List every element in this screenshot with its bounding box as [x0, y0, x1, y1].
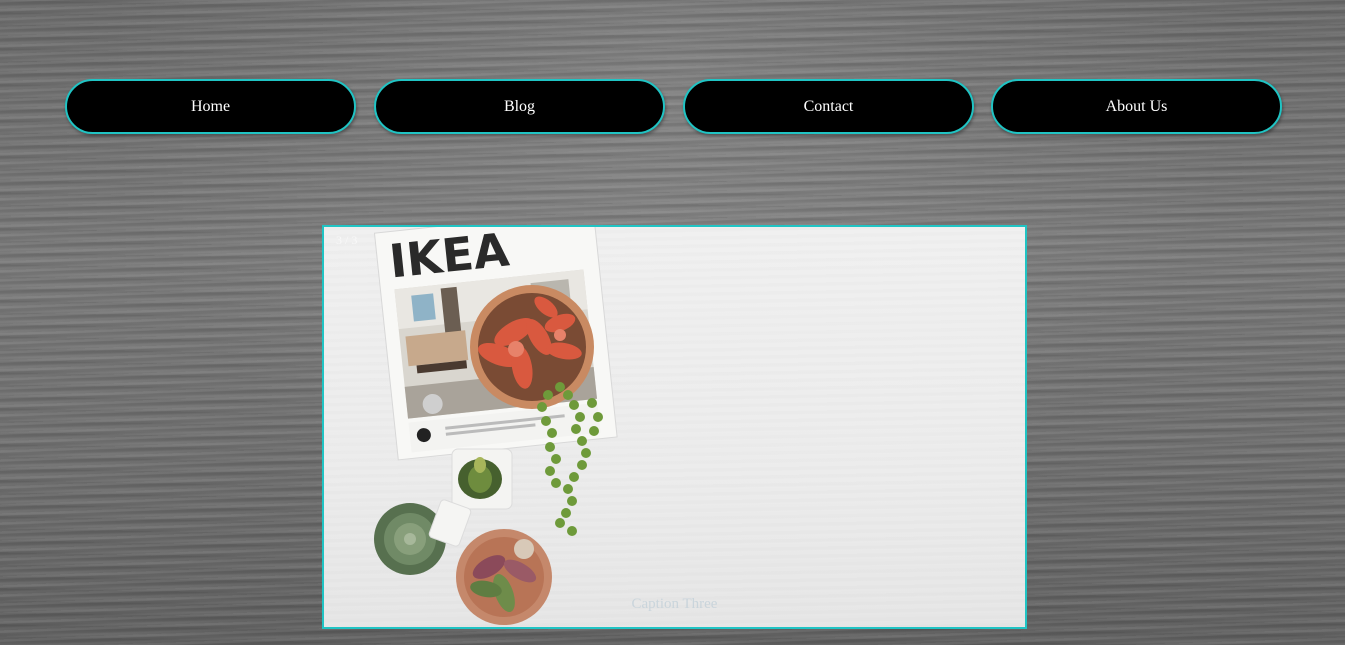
nav-contact-button[interactable]: Contact [683, 79, 974, 134]
nav-blog-button[interactable]: Blog [374, 79, 665, 134]
green-succulent-image [451, 448, 513, 510]
red-succulent-image [470, 285, 594, 409]
slide-caption: Caption Three [631, 596, 718, 612]
echeveria-image [374, 499, 472, 575]
main-navigation: Home Blog Contact About Us [65, 79, 1283, 134]
slide-image: IKEA [373, 227, 618, 625]
nav-home-button[interactable]: Home [65, 79, 356, 134]
nav-about-us-button[interactable]: About Us [991, 79, 1282, 134]
slideshow-slide[interactable]: 3 / 3 IKEA Caption Three [322, 225, 1027, 629]
